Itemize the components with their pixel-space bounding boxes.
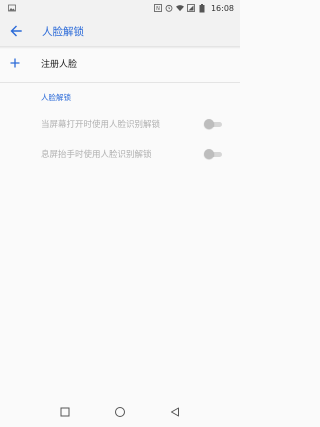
- unlock-on-screen-on-row[interactable]: 当屏幕打开时使用人脸识别解锁: [0, 111, 240, 137]
- unlock-on-raise-switch[interactable]: [204, 148, 224, 160]
- app-bar: 人脸解锁: [0, 16, 240, 46]
- unlock-on-raise-row[interactable]: 息屏抬手时使用人脸识别解锁: [0, 141, 240, 167]
- app-bar-shadow: [0, 46, 240, 49]
- switch-thumb: [204, 119, 214, 129]
- recents-button[interactable]: [53, 400, 77, 424]
- status-bar: N 16:08: [0, 0, 240, 16]
- status-right: N 16:08: [154, 3, 234, 13]
- section-header: 人脸解锁: [41, 93, 71, 102]
- battery-icon: [198, 3, 206, 12]
- home-circle-icon: [114, 407, 125, 417]
- navigation-bar: [0, 397, 240, 427]
- back-arrow-icon: [10, 25, 22, 37]
- signal-icon: [187, 4, 195, 12]
- switch-thumb: [204, 149, 214, 159]
- unlock-on-raise-label: 息屏抬手时使用人脸识别解锁: [41, 150, 152, 160]
- status-time: 16:08: [210, 3, 234, 13]
- wifi-icon: [175, 4, 184, 12]
- nav-back-button[interactable]: [163, 400, 187, 424]
- unlock-on-screen-on-switch[interactable]: [204, 118, 224, 130]
- nfc-icon: N: [154, 4, 162, 12]
- page-title: 人脸解锁: [42, 25, 84, 38]
- plus-icon: [1, 50, 29, 76]
- back-triangle-icon: [170, 407, 179, 417]
- alarm-icon: [165, 4, 173, 12]
- unlock-on-screen-on-label: 当屏幕打开时使用人脸识别解锁: [41, 120, 161, 130]
- register-face-label: 注册人脸: [41, 59, 78, 70]
- svg-text:N: N: [156, 6, 160, 12]
- image-icon: [8, 4, 16, 12]
- status-left: [8, 4, 16, 12]
- recents-square-icon: [60, 407, 70, 417]
- back-button[interactable]: [0, 16, 32, 46]
- register-face-item[interactable]: 注册人脸: [0, 50, 240, 76]
- home-button[interactable]: [108, 400, 132, 424]
- divider: [0, 82, 240, 83]
